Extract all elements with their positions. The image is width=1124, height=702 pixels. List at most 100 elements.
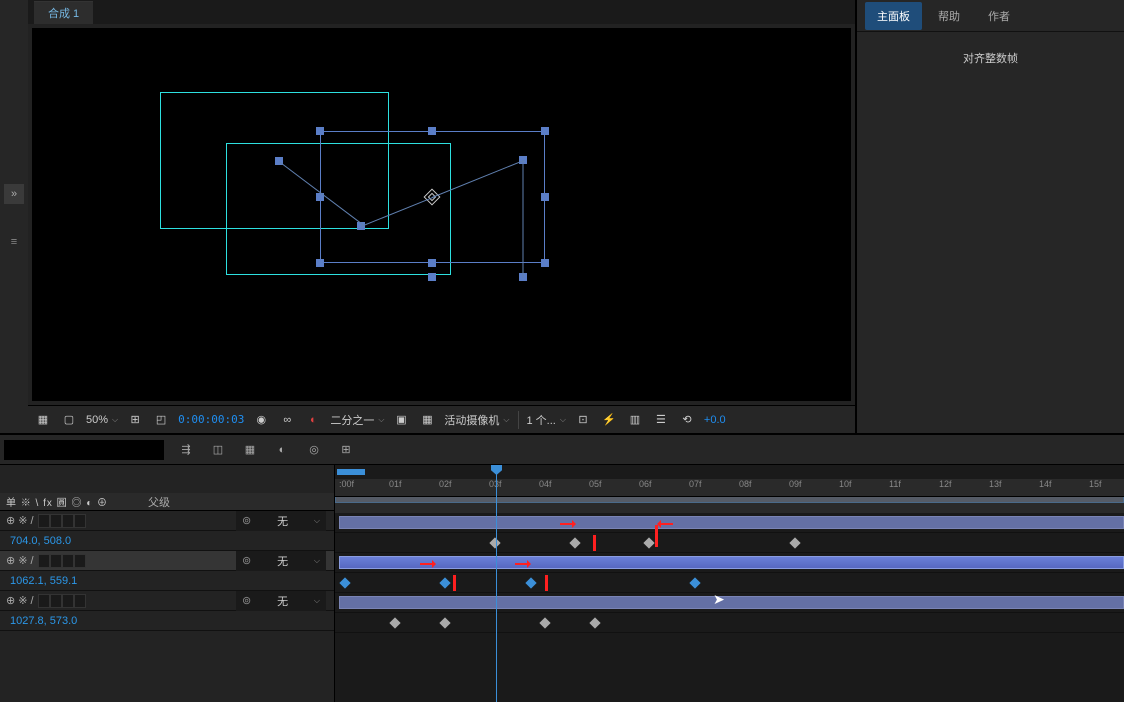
- views-dropdown[interactable]: 1 个...⌵: [527, 412, 566, 428]
- camera-dropdown[interactable]: 活动摄像机⌵: [444, 412, 509, 428]
- keyframe[interactable]: [439, 617, 450, 628]
- brainstorm-icon[interactable]: ⊞: [338, 442, 354, 458]
- handle-tl[interactable]: [316, 127, 324, 135]
- composition-viewer[interactable]: [32, 28, 851, 401]
- search-input[interactable]: [4, 440, 164, 460]
- track-3[interactable]: [335, 593, 1124, 613]
- handle-tc[interactable]: [428, 127, 436, 135]
- keyframe-track-3[interactable]: [335, 613, 1124, 633]
- parent-dropdown-3[interactable]: ⊚无⌵: [236, 591, 326, 611]
- color-icon[interactable]: ◐: [304, 411, 322, 429]
- fast-preview-icon[interactable]: ⚡: [600, 411, 618, 429]
- keyframe[interactable]: [439, 577, 450, 588]
- tab-main[interactable]: 主面板: [865, 2, 922, 30]
- layer-row-2[interactable]: ⊕ ※ / ⊚无⌵: [0, 551, 334, 571]
- comp-tab[interactable]: 合成 1: [34, 1, 93, 24]
- current-time-indicator[interactable]: [496, 465, 497, 702]
- zoom-value: 50%: [86, 414, 108, 426]
- keyframe[interactable]: [569, 537, 580, 548]
- marker-arrow: [515, 563, 529, 565]
- handle-bc[interactable]: [428, 259, 436, 267]
- parent-dropdown-1[interactable]: ⊚无⌵: [236, 511, 326, 531]
- keyframe-track-2[interactable]: [335, 573, 1124, 593]
- magnify-icon[interactable]: ▦: [34, 411, 52, 429]
- timeline-icon[interactable]: ▥: [626, 411, 644, 429]
- ruler-tick: 02f: [439, 479, 452, 489]
- track-1[interactable]: [335, 513, 1124, 533]
- marker: [453, 575, 456, 591]
- ruler-tick: 01f: [389, 479, 402, 489]
- parent-value: 无: [277, 553, 288, 569]
- keyframe[interactable]: [689, 577, 700, 588]
- mask-icon[interactable]: ◰: [152, 411, 170, 429]
- composition-panel: 合成 1 ▦ ▢ 50%⌵: [28, 0, 856, 433]
- flow-icon[interactable]: ☰: [652, 411, 670, 429]
- ruler-tick: 09f: [789, 479, 802, 489]
- timeline-toolbar: ⇶ ◫ ▦ ◐ ◎ ⊞: [0, 435, 1124, 465]
- path-point-5[interactable]: [428, 273, 436, 281]
- timeline-body: 单 ※ \ fx 圓 ◎ ◐ ⊕ 父级 ⊕ ※ / ⊚无⌵ 704.0, 508…: [0, 465, 1124, 702]
- marker-arrow: [420, 563, 434, 565]
- handle-mr[interactable]: [541, 193, 549, 201]
- keyframe[interactable]: [525, 577, 536, 588]
- layer-row-3[interactable]: ⊕ ※ / ⊚无⌵: [0, 591, 334, 611]
- region-icon[interactable]: ▣: [392, 411, 410, 429]
- frame-blend-icon[interactable]: ▦: [242, 442, 258, 458]
- resolution-value: 二分之一: [330, 412, 374, 428]
- ruler-tick: :00f: [339, 479, 354, 489]
- tab-help[interactable]: 帮助: [926, 2, 972, 30]
- position-value[interactable]: 1062.1, 559.1: [10, 575, 77, 587]
- monitor-icon[interactable]: ▢: [60, 411, 78, 429]
- keyframe[interactable]: [643, 537, 654, 548]
- position-row-3[interactable]: 1027.8, 573.0: [0, 611, 334, 631]
- keyframe-track-1[interactable]: [335, 533, 1124, 553]
- parent-value: 无: [277, 513, 288, 529]
- handle-bl[interactable]: [316, 259, 324, 267]
- pixel-icon[interactable]: ⊡: [574, 411, 592, 429]
- keyframe[interactable]: [489, 537, 500, 548]
- comp-mini-flow-icon[interactable]: ⇶: [178, 442, 194, 458]
- channel-icon[interactable]: ∞: [278, 411, 296, 429]
- parent-value: 无: [277, 593, 288, 609]
- exposure-value[interactable]: +0.0: [704, 414, 726, 426]
- right-panel-tabs: 主面板 帮助 作者: [857, 0, 1124, 32]
- keyframe[interactable]: [539, 617, 550, 628]
- position-row-2[interactable]: 1062.1, 559.1: [0, 571, 334, 591]
- transparency-icon[interactable]: ▦: [418, 411, 436, 429]
- ruler-tick: 14f: [1039, 479, 1052, 489]
- zoom-dropdown[interactable]: 50%⌵: [86, 414, 118, 426]
- keyframe[interactable]: [389, 617, 400, 628]
- draft3d-icon[interactable]: ◫: [210, 442, 226, 458]
- ruler-tick: 10f: [839, 479, 852, 489]
- position-value[interactable]: 1027.8, 573.0: [10, 615, 77, 627]
- parent-dropdown-2[interactable]: ⊚无⌵: [236, 551, 326, 571]
- resolution-dropdown[interactable]: 二分之一⌵: [330, 412, 384, 428]
- mouse-cursor: ➤: [713, 591, 725, 608]
- snapshot-icon[interactable]: ◉: [252, 411, 270, 429]
- graph-icon[interactable]: ◎: [306, 442, 322, 458]
- align-frames-button[interactable]: 对齐整数帧: [949, 46, 1032, 70]
- handle-tr[interactable]: [541, 127, 549, 135]
- tab-author[interactable]: 作者: [976, 2, 1022, 30]
- reset-icon[interactable]: ⟲: [678, 411, 696, 429]
- position-row-1[interactable]: 704.0, 508.0: [0, 531, 334, 551]
- marker: [593, 535, 596, 551]
- layer-row-1[interactable]: ⊕ ※ / ⊚无⌵: [0, 511, 334, 531]
- camera-value: 活动摄像机: [444, 412, 499, 428]
- handle-br[interactable]: [541, 259, 549, 267]
- time-ruler[interactable]: :00f 01f 02f 03f 04f 05f 06f 07f 08f 09f…: [335, 479, 1124, 497]
- motion-blur-icon[interactable]: ◐: [274, 442, 290, 458]
- nav-bar[interactable]: [337, 469, 365, 475]
- keyframe[interactable]: [589, 617, 600, 628]
- timeline-tracks[interactable]: :00f 01f 02f 03f 04f 05f 06f 07f 08f 09f…: [335, 465, 1124, 702]
- keyframe[interactable]: [789, 537, 800, 548]
- position-value[interactable]: 704.0, 508.0: [10, 535, 71, 547]
- marker-arrow: [560, 523, 574, 525]
- track-2[interactable]: [335, 553, 1124, 573]
- keyframe[interactable]: [339, 577, 350, 588]
- grid-icon[interactable]: ⊞: [126, 411, 144, 429]
- timecode-display[interactable]: 0:00:00:03: [178, 413, 244, 426]
- tool-icon[interactable]: ≡: [6, 234, 22, 250]
- layer-outliner: 单 ※ \ fx 圓 ◎ ◐ ⊕ 父级 ⊕ ※ / ⊚无⌵ 704.0, 508…: [0, 465, 335, 702]
- expand-panel-button[interactable]: »: [4, 184, 24, 204]
